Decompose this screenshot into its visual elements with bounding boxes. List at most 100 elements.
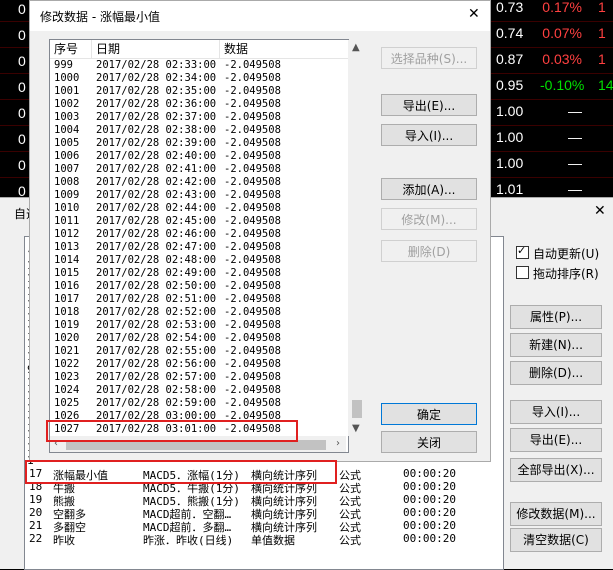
delete-item-button[interactable]: 删除(D)... [510, 361, 602, 385]
list-cell-time: 00:00:20 [403, 480, 456, 493]
close-icon[interactable]: ✕ [594, 203, 606, 219]
cell-value: -2.049508 [224, 202, 281, 214]
list-item[interactable]: 21 多翻空 MACD超前．多翻… 横向统计序列 公式 00:00:20 [25, 519, 503, 534]
quote-code: 0 [18, 53, 26, 69]
cell-date: 2017/02/28 02:47:00 [96, 241, 217, 253]
list-item[interactable]: 19 熊搬 MACD5．熊搬(1分) 横向统计序列 公式 00:00:20 [25, 493, 503, 508]
cell-no: 1012 [54, 228, 80, 240]
table-row[interactable]: 1018 2017/02/28 02:52:00 -2.049508 [50, 306, 348, 319]
cell-value: -2.049508 [224, 306, 281, 318]
cell-value: -2.049508 [224, 72, 281, 84]
table-row[interactable]: 1020 2017/02/28 02:54:00 -2.049508 [50, 332, 348, 345]
cell-no: 1013 [54, 241, 80, 253]
select-variety-button[interactable]: 选择品种(S)... [381, 47, 477, 69]
cell-date: 2017/02/28 02:41:00 [96, 163, 217, 175]
table-row[interactable]: 1024 2017/02/28 02:58:00 -2.049508 [50, 384, 348, 397]
delete-button[interactable]: 删除(D) [381, 240, 477, 262]
table-row[interactable]: 1010 2017/02/28 02:44:00 -2.049508 [50, 202, 348, 215]
cell-no: 1001 [54, 85, 80, 97]
table-row[interactable]: 1002 2017/02/28 02:36:00 -2.049508 [50, 98, 348, 111]
export-button[interactable]: 导出(E)... [381, 94, 477, 116]
vertical-scrollbar[interactable] [348, 40, 364, 436]
list-item[interactable]: 20 空翻多 MACD超前．空翻… 横向统计序列 公式 00:00:20 [25, 506, 503, 521]
cell-date: 2017/02/28 02:57:00 [96, 371, 217, 383]
table-row[interactable]: 1004 2017/02/28 02:38:00 -2.049508 [50, 124, 348, 137]
table-row[interactable]: 1005 2017/02/28 02:39:00 -2.049508 [50, 137, 348, 150]
column-header-value[interactable]: 数据 [220, 40, 348, 58]
cell-date: 2017/02/28 02:33:00 [96, 59, 217, 71]
cell-value: -2.049508 [224, 215, 281, 227]
cell-date: 2017/02/28 02:46:00 [96, 228, 217, 240]
cell-date: 2017/02/28 02:36:00 [96, 98, 217, 110]
import-list-button[interactable]: 导入(I)... [510, 400, 602, 424]
list-cell-time: 00:00:20 [403, 506, 456, 519]
table-row[interactable]: 1008 2017/02/28 02:42:00 -2.049508 [50, 176, 348, 189]
table-row[interactable]: 1011 2017/02/28 02:45:00 -2.049508 [50, 215, 348, 228]
table-row[interactable]: 1025 2017/02/28 02:59:00 -2.049508 [50, 397, 348, 410]
table-row[interactable]: 1000 2017/02/28 02:34:00 -2.049508 [50, 72, 348, 85]
quote-change: 0.17% [542, 0, 582, 15]
new-button[interactable]: 新建(N)... [510, 333, 602, 357]
table-row[interactable]: 1015 2017/02/28 02:49:00 -2.049508 [50, 267, 348, 280]
list-item[interactable]: 22 昨收 昨涨．昨收(日线) 单值数据 公式 00:00:20 [25, 532, 503, 547]
modify-button[interactable]: 修改(M)... [381, 208, 477, 230]
cell-value: -2.049508 [224, 163, 281, 175]
quote-price: 0.87 [496, 51, 524, 67]
table-row[interactable]: 1001 2017/02/28 02:35:00 -2.049508 [50, 85, 348, 98]
cell-date: 2017/02/28 02:51:00 [96, 293, 217, 305]
export-all-button[interactable]: 全部导出(X)... [510, 458, 602, 482]
cell-date: 2017/02/28 02:37:00 [96, 111, 217, 123]
column-header-date[interactable]: 日期 [92, 40, 220, 58]
table-row[interactable]: 1013 2017/02/28 02:47:00 -2.049508 [50, 241, 348, 254]
cell-value: -2.049508 [224, 59, 281, 71]
quote-extra: 14 [598, 77, 613, 93]
table-row[interactable]: 999 2017/02/28 02:33:00 -2.049508 [50, 59, 348, 72]
column-header-no[interactable]: 序号 [50, 40, 92, 58]
vertical-scroll-thumb[interactable] [352, 400, 362, 418]
table-row[interactable]: 1003 2017/02/28 02:37:00 -2.049508 [50, 111, 348, 124]
table-row[interactable]: 1014 2017/02/28 02:48:00 -2.049508 [50, 254, 348, 267]
scroll-down-icon[interactable]: ▼ [352, 423, 360, 434]
table-row[interactable]: 1019 2017/02/28 02:53:00 -2.049508 [50, 319, 348, 332]
quote-code: 0 [18, 1, 26, 17]
cell-value: -2.049508 [224, 371, 281, 383]
quote-change: — [568, 181, 582, 197]
cell-no: 1004 [54, 124, 80, 136]
close-button[interactable]: 关闭 [381, 431, 477, 453]
selected-entry-highlight [25, 460, 337, 484]
table-row[interactable]: 1022 2017/02/28 02:56:00 -2.049508 [50, 358, 348, 371]
quote-change: -0.10% [540, 77, 585, 93]
cell-no: 1016 [54, 280, 80, 292]
quote-code: 0 [18, 79, 26, 95]
import-button[interactable]: 导入(I)... [381, 124, 477, 146]
cell-date: 2017/02/28 02:48:00 [96, 254, 217, 266]
add-button[interactable]: 添加(A)... [381, 178, 477, 200]
clear-data-button[interactable]: 清空数据(C) [510, 528, 602, 552]
table-row[interactable]: 1006 2017/02/28 02:40:00 -2.049508 [50, 150, 348, 163]
cell-value: -2.049508 [224, 345, 281, 357]
cell-no: 1018 [54, 306, 80, 318]
cell-date: 2017/02/28 02:49:00 [96, 267, 217, 279]
cell-no: 1020 [54, 332, 80, 344]
quote-extra: 1 [598, 0, 606, 15]
table-row[interactable]: 1023 2017/02/28 02:57:00 -2.049508 [50, 371, 348, 384]
cell-value: -2.049508 [224, 332, 281, 344]
modify-data-button[interactable]: 修改数据(M)... [510, 502, 602, 526]
scroll-right-icon[interactable]: › [336, 438, 340, 449]
table-row[interactable]: 1017 2017/02/28 02:51:00 -2.049508 [50, 293, 348, 306]
auto-update-checkbox[interactable] [516, 244, 529, 259]
table-row[interactable]: 1016 2017/02/28 02:50:00 -2.049508 [50, 280, 348, 293]
data-list[interactable]: 序号 日期 数据 999 2017/02/28 02:33:00 -2.049508… [49, 39, 349, 453]
export-list-button[interactable]: 导出(E)... [510, 428, 602, 452]
cell-no: 1015 [54, 267, 80, 279]
table-row[interactable]: 1012 2017/02/28 02:46:00 -2.049508 [50, 228, 348, 241]
close-icon[interactable]: ✕ [468, 6, 480, 22]
cell-date: 2017/02/28 02:40:00 [96, 150, 217, 162]
scroll-up-icon[interactable]: ▲ [352, 42, 360, 53]
ok-button[interactable]: 确定 [381, 403, 477, 425]
table-row[interactable]: 1009 2017/02/28 02:43:00 -2.049508 [50, 189, 348, 202]
table-row[interactable]: 1021 2017/02/28 02:55:00 -2.049508 [50, 345, 348, 358]
drag-sort-checkbox[interactable] [516, 266, 529, 279]
properties-button[interactable]: 属性(P)... [510, 305, 602, 329]
table-row[interactable]: 1007 2017/02/28 02:41:00 -2.049508 [50, 163, 348, 176]
